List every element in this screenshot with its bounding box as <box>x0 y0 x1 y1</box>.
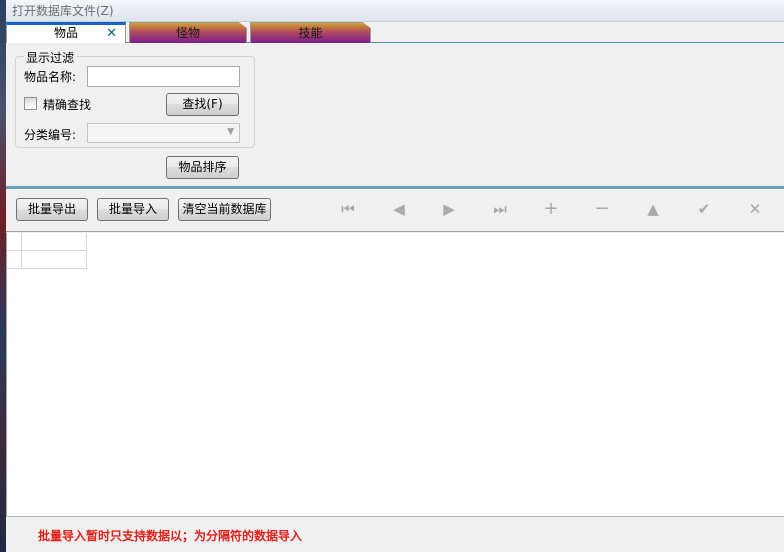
exact-search-checkbox[interactable] <box>24 97 37 110</box>
grid-header-line <box>7 250 87 251</box>
menu-open-database[interactable]: 打开数据库文件(Z) <box>12 4 114 18</box>
section-divider <box>6 186 784 189</box>
edit-icon[interactable]: ▲ <box>642 199 664 219</box>
filter-legend: 显示过滤 <box>24 49 77 66</box>
tab-items-label: 物品 <box>53 26 78 40</box>
tab-monsters[interactable]: 怪物 <box>129 22 247 43</box>
status-message: 批量导入暂时只支持数据以；为分隔符的数据导入 <box>38 529 303 543</box>
tab-skills-label: 技能 <box>298 26 323 40</box>
category-label: 分类编号: <box>24 128 77 142</box>
exact-search-label: 精确查找 <box>43 98 92 112</box>
sort-items-button[interactable]: 物品排序 <box>166 156 239 179</box>
grid-indicator-column <box>21 233 22 268</box>
post-icon[interactable]: ✔ <box>693 199 715 219</box>
tab-items[interactable]: 物品 ✕ <box>6 22 126 43</box>
prior-icon[interactable]: ◀ <box>388 199 410 219</box>
last-icon[interactable]: ⏭ <box>489 199 511 219</box>
clear-database-button[interactable]: 清空当前数据库 <box>178 198 271 221</box>
batch-export-button[interactable]: 批量导出 <box>16 198 88 221</box>
item-name-label: 物品名称: <box>24 70 77 84</box>
search-button[interactable]: 查找(F) <box>166 93 239 116</box>
tab-strip: 物品 ✕ 怪物 技能 <box>6 22 784 43</box>
delete-icon[interactable]: − <box>591 199 613 219</box>
batch-import-button[interactable]: 批量导入 <box>97 198 169 221</box>
item-name-input[interactable] <box>87 66 240 87</box>
chevron-down-icon: ▼ <box>227 127 234 137</box>
status-bar: 批量导入暂时只支持数据以；为分隔符的数据导入 <box>6 516 784 552</box>
grid-column-line <box>86 233 87 268</box>
insert-icon[interactable]: + <box>540 199 562 219</box>
next-icon[interactable]: ▶ <box>438 199 460 219</box>
category-select[interactable]: ▼ <box>87 123 240 143</box>
close-icon[interactable]: ✕ <box>106 25 117 42</box>
grid-row-line <box>7 268 87 269</box>
tab-monsters-label: 怪物 <box>175 26 200 40</box>
tab-skills[interactable]: 技能 <box>250 22 371 43</box>
first-icon[interactable]: ⏮ <box>337 199 359 219</box>
cancel-icon[interactable]: ✕ <box>744 199 766 219</box>
data-grid[interactable] <box>6 233 784 516</box>
menu-bar: 打开数据库文件(Z) <box>6 0 784 22</box>
